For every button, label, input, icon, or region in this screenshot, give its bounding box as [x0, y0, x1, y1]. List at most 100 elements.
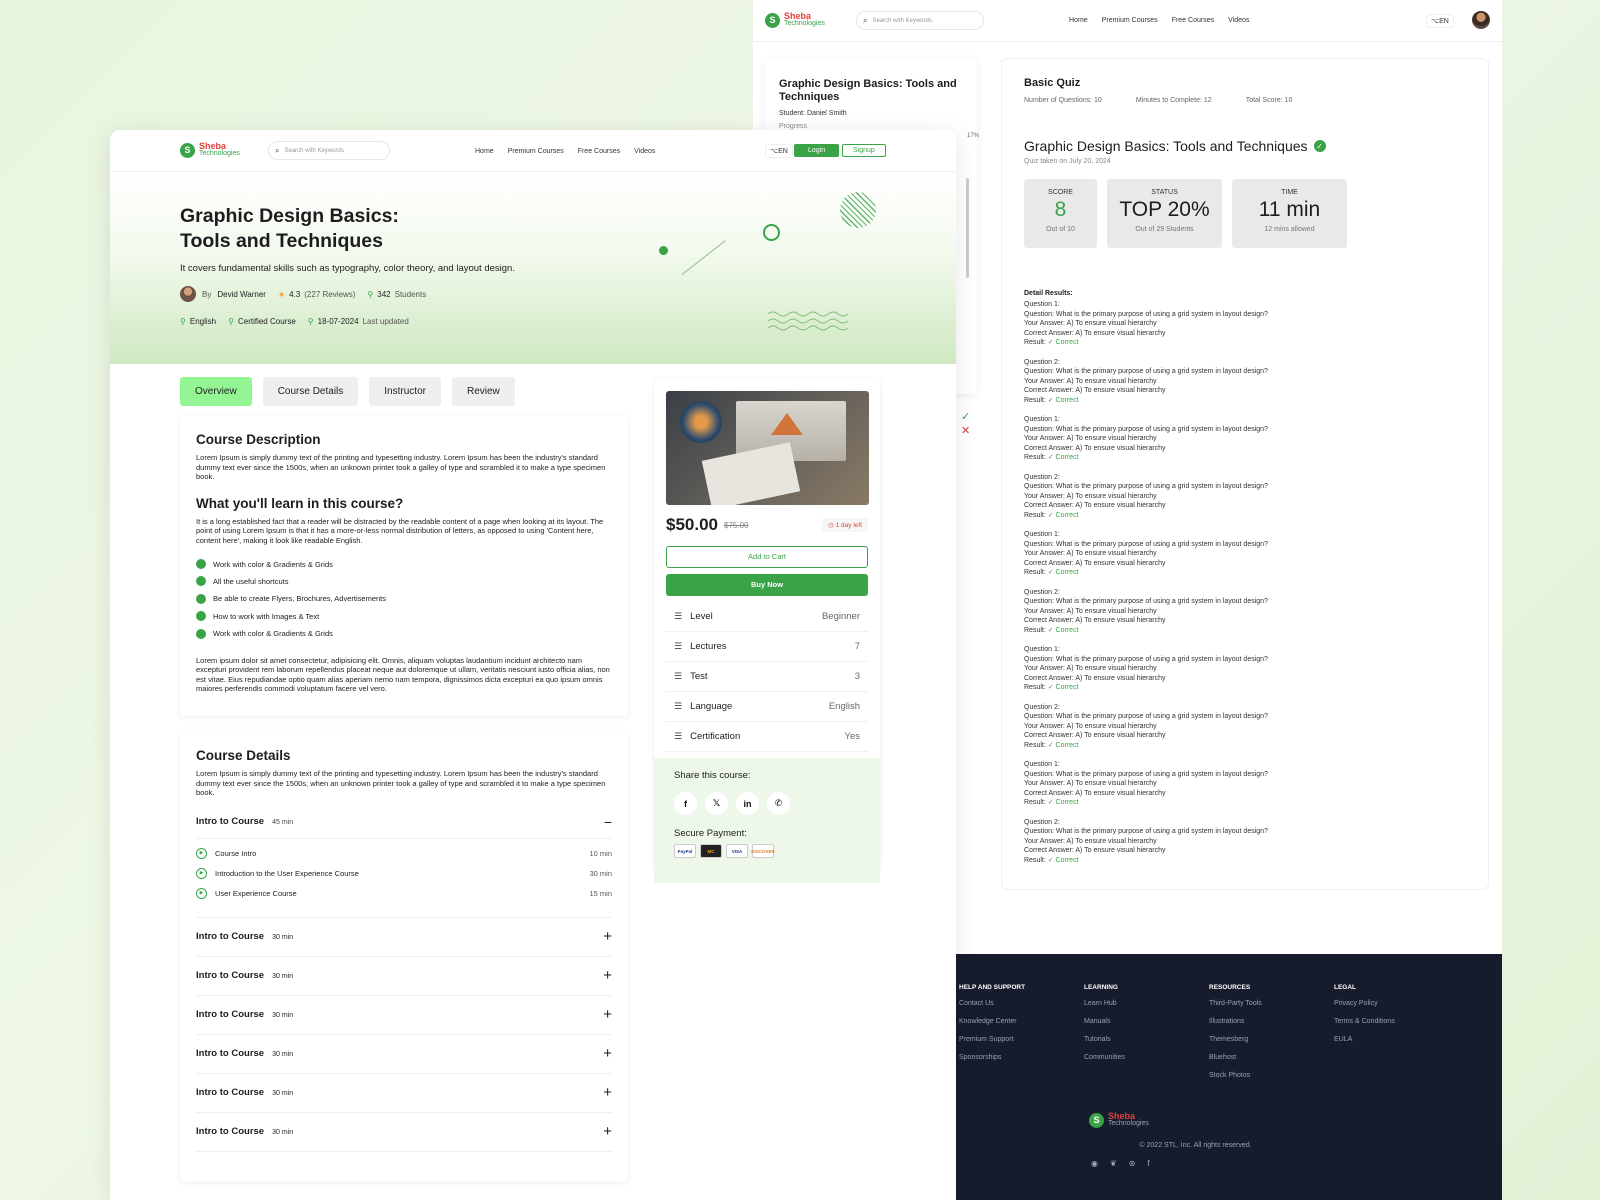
updated-meta: ⚲ 18-07-2024 Last updated [308, 317, 409, 326]
module-collapsed-header[interactable]: Intro to Course 30 min + [196, 1113, 612, 1152]
module-duration: 30 min [272, 973, 294, 980]
footer-link[interactable]: Third-Party Tools [1209, 1000, 1334, 1007]
footer-link[interactable]: Bluehost [1209, 1054, 1334, 1061]
dribbble-icon[interactable]: ⊛ [1129, 1159, 1136, 1168]
info-value: Beginner [821, 611, 860, 622]
github-icon[interactable]: ◉ [1091, 1159, 1098, 1168]
tab-overview[interactable]: Overview [180, 377, 252, 406]
result-label: Result: [1024, 741, 1046, 749]
footer-link[interactable]: Sponsorships [959, 1054, 1084, 1061]
footer-logo[interactable]: S Sheba Technologies [1089, 1112, 1149, 1128]
facebook-icon[interactable]: f [1147, 1159, 1149, 1168]
module-collapsed-header[interactable]: Intro to Course 30 min + [196, 957, 612, 996]
expand-plus-icon[interactable]: + [603, 1006, 612, 1023]
whatsapp-share-icon[interactable]: ✆ [767, 792, 790, 815]
expand-plus-icon[interactable]: + [603, 928, 612, 945]
footer-column: RESOURCES Third-Party Tools Illustrations T… [1209, 984, 1334, 1090]
course-brand-logo[interactable]: S Sheba Technologies [180, 142, 240, 158]
brand-logo[interactable]: S Sheba Technologies [765, 12, 825, 28]
quiz-course-title: Graphic Design Basics: Tools and Techniq… [1024, 138, 1466, 154]
tab-instructor[interactable]: Instructor [369, 377, 441, 406]
linkedin-share-icon[interactable]: in [736, 792, 759, 815]
stat-status-label: STATUS [1151, 189, 1178, 196]
stat-status-sub: Out of 29 Students [1135, 226, 1194, 233]
footer-link[interactable]: Learn Hub [1084, 1000, 1209, 1007]
expand-plus-icon[interactable]: + [603, 1123, 612, 1140]
module-heading: Intro to Course 30 min [196, 1126, 293, 1137]
facebook-share-icon[interactable]: f [674, 792, 697, 815]
footer-link[interactable]: Contact Us [959, 1000, 1084, 1007]
footer-link[interactable]: Knowledge Center [959, 1018, 1084, 1025]
lesson-row[interactable]: ▶ User Experience Course 15 min [196, 887, 612, 899]
nav-free-courses[interactable]: Free Courses [1172, 17, 1214, 24]
result-correct: Correct Answer: A) To ensure visual hier… [1024, 502, 1166, 509]
course-nav-home[interactable]: Home [475, 148, 494, 155]
info-key: ☰ Language [674, 701, 732, 712]
footer-link[interactable]: Privacy Policy [1334, 1000, 1459, 1007]
result-label: Result: [1024, 454, 1046, 461]
expand-plus-icon[interactable]: + [603, 967, 612, 984]
course-meta-row: By Devid Warner ★ 4.3 (227 Reviews) ⚲ 34… [180, 286, 426, 302]
nav-premium-courses[interactable]: Premium Courses [1102, 17, 1158, 24]
footer-link[interactable]: Illustrations [1209, 1018, 1334, 1025]
result-line: Result: ✓ Correct [1024, 741, 1466, 751]
sidebar-scrollbar[interactable] [966, 178, 969, 278]
instructor-avatar [180, 286, 196, 302]
module-collapsed-header[interactable]: Intro to Course 30 min + [196, 918, 612, 957]
info-key: ☰ Level [674, 611, 713, 622]
footer-link[interactable]: Premium Support [959, 1036, 1084, 1043]
quiz-stats: SCORE 8 Out of 10 STATUS TOP 20% Out of … [1024, 179, 1466, 248]
lesson-row[interactable]: ▶ Introduction to the User Experience Cou… [196, 867, 612, 879]
nav-videos[interactable]: Videos [1228, 17, 1249, 24]
result-correct: Correct Answer: A) To ensure visual hier… [1024, 444, 1166, 452]
expand-plus-icon[interactable]: + [603, 1084, 612, 1101]
tab-review[interactable]: Review [451, 377, 515, 406]
footer-link[interactable]: Communities [1084, 1054, 1209, 1061]
result-your: Your Answer: A) To ensure visual hierarc… [1024, 780, 1157, 787]
result-correct: Correct Answer: A) To ensure visual hier… [1024, 732, 1166, 739]
collapse-minus-icon[interactable]: − [604, 814, 612, 830]
footer-link[interactable]: Manuals [1084, 1018, 1209, 1025]
certified-value: Certified Course [237, 317, 296, 326]
expand-plus-icon[interactable]: + [603, 1045, 612, 1062]
signup-button[interactable]: Signup [842, 144, 886, 157]
verified-check-icon: ✓ [1313, 140, 1326, 152]
mastercard-icon: MC [700, 844, 722, 858]
footer-link[interactable]: Tutorials [1084, 1036, 1209, 1043]
course-search-input[interactable]: ⌕ Search with Keywords [268, 141, 390, 160]
tab-course-details[interactable]: Course Details [262, 377, 359, 406]
progress-percent: 17% [966, 133, 979, 139]
module-collapsed-header[interactable]: Intro to Course 30 min + [196, 1035, 612, 1074]
nav-home[interactable]: Home [1069, 17, 1088, 24]
result-your: Your Answer: A) To ensure visual hierarc… [1024, 377, 1157, 385]
x-share-icon[interactable]: 𝕏 [705, 792, 728, 815]
buy-now-button[interactable]: Buy Now [666, 574, 868, 596]
course-nav-videos[interactable]: Videos [634, 148, 655, 155]
search-input[interactable]: ⌕ Search with Keywords [856, 11, 984, 30]
module-expanded-header[interactable]: Intro to Course 45 min − [196, 814, 612, 839]
footer-link[interactable]: Terms & Conditions [1334, 1018, 1459, 1025]
updated-date: 18-07-2024 [317, 317, 359, 326]
result-text: Question: What is the primary purpose of… [1024, 655, 1268, 663]
add-to-cart-button[interactable]: Add to Cart [666, 546, 868, 568]
course-nav-free-courses[interactable]: Free Courses [578, 148, 620, 155]
footer-link[interactable]: Themesberg [1209, 1036, 1334, 1043]
module-collapsed-header[interactable]: Intro to Course 30 min + [196, 1074, 612, 1113]
by-label: By [202, 289, 212, 299]
footer-link[interactable]: EULA [1334, 1036, 1459, 1043]
login-button[interactable]: Login [794, 144, 840, 157]
module-collapsed-header[interactable]: Intro to Course 30 min + [196, 996, 612, 1035]
user-avatar[interactable] [1472, 11, 1490, 29]
lesson-row[interactable]: ▶ Course Intro 10 min [196, 847, 612, 859]
course-title-line1: Graphic Design Basics: [180, 205, 399, 227]
instructor-name[interactable]: Devid Warner [217, 290, 266, 299]
sliders-icon: ☰ [674, 701, 683, 711]
course-language-selector[interactable]: ⌥EN [765, 144, 793, 158]
result-correct: Correct Answer: A) To ensure visual hier… [1024, 387, 1166, 394]
twitter-icon[interactable]: ❦ [1110, 1159, 1117, 1168]
footer-link[interactable]: Stock Photos [1209, 1072, 1334, 1079]
quiz-course-title-text: Graphic Design Basics: Tools and Techniq… [1024, 138, 1308, 154]
language-selector[interactable]: ⌥EN [1426, 14, 1454, 28]
course-title: Graphic Design Basics: Tools and Techniq… [180, 204, 399, 254]
course-nav-premium-courses[interactable]: Premium Courses [508, 148, 564, 155]
